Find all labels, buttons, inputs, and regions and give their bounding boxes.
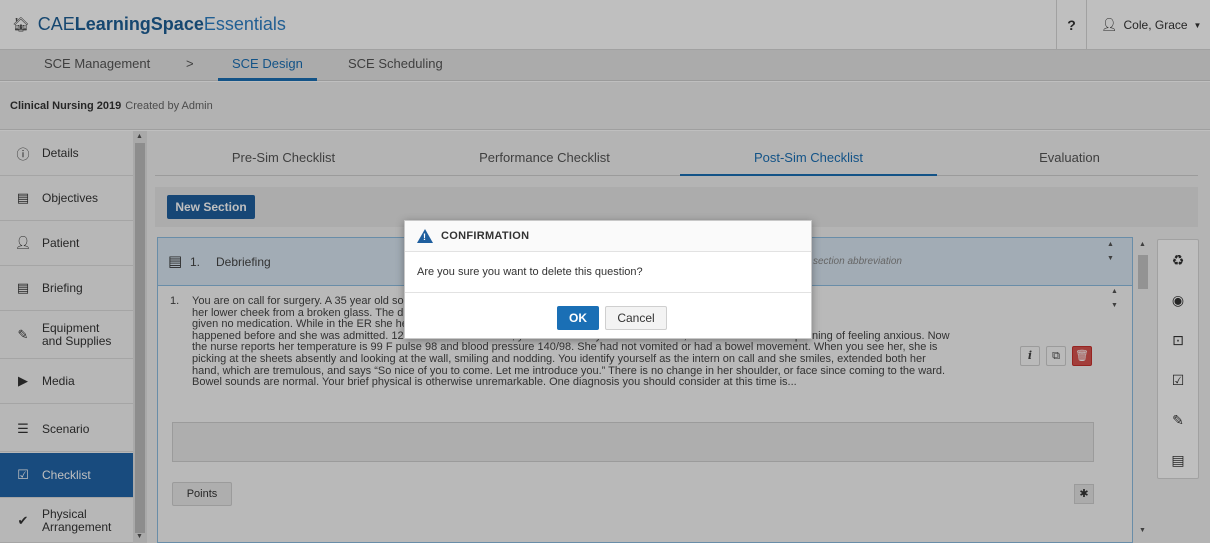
cancel-button[interactable]: Cancel — [605, 306, 667, 330]
confirmation-dialog: ! CONFIRMATION Are you sure you want to … — [404, 220, 812, 339]
dialog-message: Are you sure you want to delete this que… — [417, 266, 643, 278]
dialog-footer: OK Cancel — [405, 292, 811, 338]
dialog-header: ! CONFIRMATION — [405, 221, 811, 252]
warning-mark: ! — [423, 232, 426, 242]
dialog-title: CONFIRMATION — [441, 230, 530, 242]
ok-button[interactable]: OK — [557, 306, 599, 330]
